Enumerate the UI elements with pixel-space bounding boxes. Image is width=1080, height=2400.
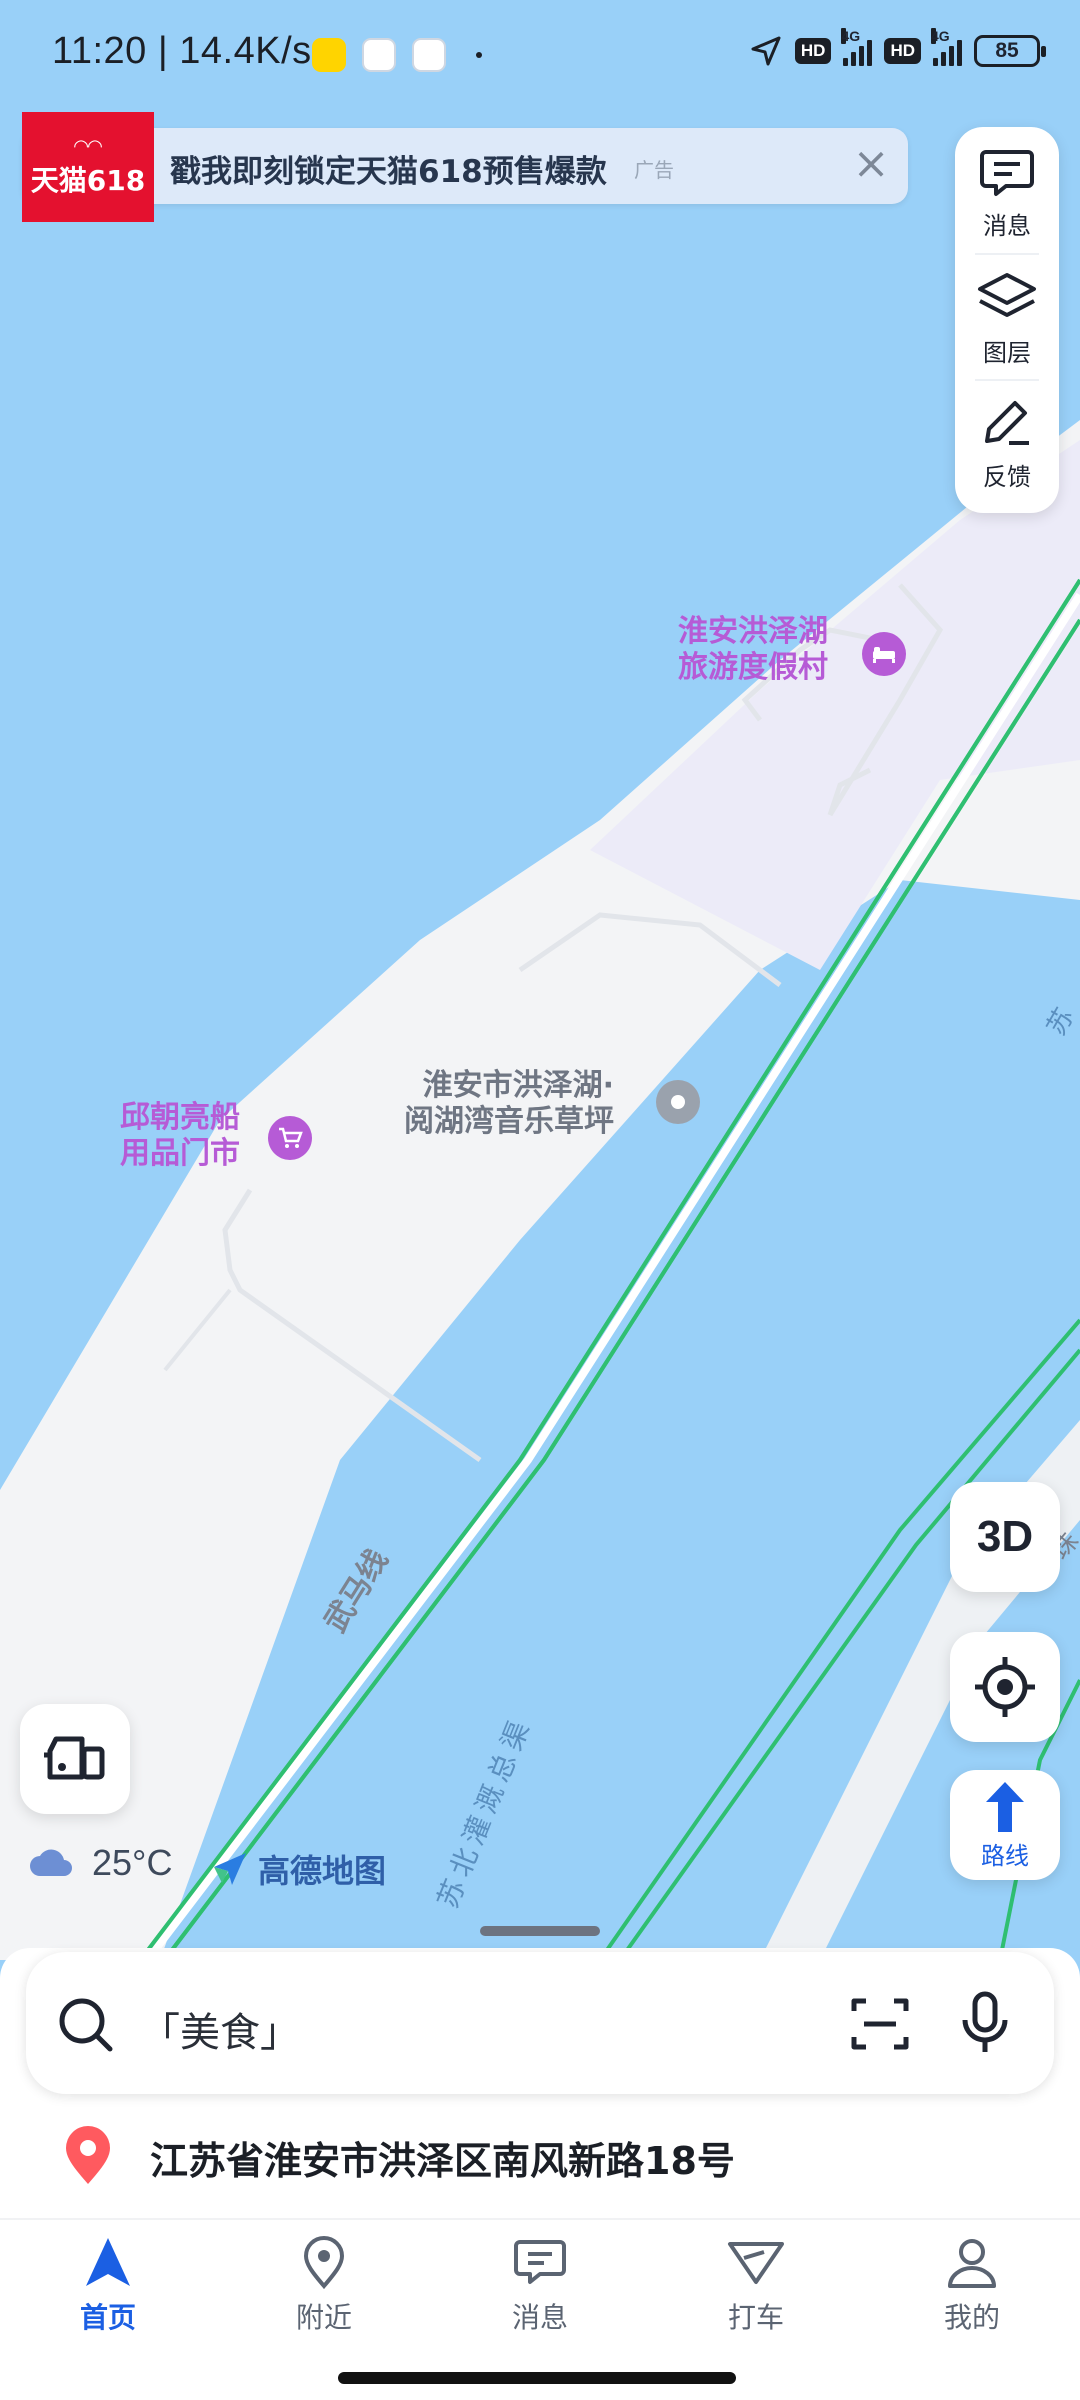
map-canvas[interactable] xyxy=(0,0,1080,1960)
poi-shop-label[interactable]: 邱朝亮船 用品门市 xyxy=(120,1100,240,1172)
location-pin-icon xyxy=(60,2124,116,2190)
messages-button[interactable]: 消息 xyxy=(955,133,1059,253)
tab-home[interactable]: 首页 xyxy=(0,2225,216,2345)
message-icon xyxy=(514,2240,566,2284)
hd-badge: HD xyxy=(794,38,832,64)
message-icon xyxy=(980,149,1034,196)
user-icon xyxy=(948,2239,996,2288)
layers-button[interactable]: 图层 xyxy=(955,259,1059,379)
home-indicator[interactable] xyxy=(338,2372,736,2384)
route-button[interactable]: 路线 xyxy=(950,1770,1060,1880)
crosshair-icon xyxy=(975,1657,1035,1717)
divider xyxy=(0,2218,1080,2220)
car-icon xyxy=(44,1736,105,1780)
feedback-button[interactable]: 反馈 xyxy=(955,383,1059,503)
status-bar: 11:20 | 14.4K/s HD 4G HD 4G 85 xyxy=(0,0,1080,110)
edit-pencil-icon xyxy=(985,400,1029,445)
battery-icon: 85 xyxy=(974,35,1046,67)
divider xyxy=(975,253,1039,255)
notification-app-icon xyxy=(412,38,446,72)
location-pin-icon[interactable] xyxy=(656,1080,700,1124)
search-icon[interactable] xyxy=(56,1995,116,2059)
amap-arrow-icon xyxy=(214,1853,246,1885)
3d-toggle-button[interactable]: 3D xyxy=(950,1482,1060,1592)
tmall-logo[interactable]: ◠◠ 天猫618 xyxy=(22,112,154,222)
tab-nearby[interactable]: 附近 xyxy=(216,2225,432,2345)
map-toolbar: 消息 图层 反馈 xyxy=(955,127,1059,513)
ad-tag: 广告 xyxy=(634,158,674,182)
cat-icon: ◠◠ xyxy=(74,135,102,157)
layers-icon xyxy=(978,272,1036,317)
poi-resort-label[interactable]: 淮安洪泽湖 旅游度假村 xyxy=(678,614,828,686)
status-time: 11:20 | 14.4K/s xyxy=(52,30,312,72)
nearby-pin-icon xyxy=(303,2236,345,2290)
home-arrow-icon xyxy=(86,2238,130,2286)
bottom-tab-bar: 首页 附近 消息 打车 我的 xyxy=(0,2225,1080,2345)
car-mode-button[interactable] xyxy=(20,1704,130,1814)
weather-widget[interactable]: 25°C xyxy=(28,1842,172,1884)
microphone-icon[interactable] xyxy=(958,1990,1012,2060)
cloud-icon xyxy=(30,1849,72,1876)
location-arrow-icon xyxy=(751,36,781,66)
poi-lawn-label[interactable]: 淮安市洪泽湖· 阅湖湾音乐草坪 xyxy=(404,1068,614,1140)
signal-icon: 4G xyxy=(931,28,962,66)
tab-taxi[interactable]: 打车 xyxy=(648,2225,864,2345)
route-arrow-icon xyxy=(986,1781,1024,1832)
current-address[interactable]: 江苏省淮安市洪泽区南风新路18号 xyxy=(150,2130,735,2185)
shop-cart-icon[interactable] xyxy=(268,1116,312,1160)
signal-icon: 4G xyxy=(841,28,873,66)
dot-icon xyxy=(476,52,482,58)
divider xyxy=(975,379,1039,381)
taxi-icon xyxy=(728,2242,784,2284)
notification-app-icon xyxy=(362,38,396,72)
notification-app-icon xyxy=(312,38,346,72)
search-input[interactable]: 「美食」 xyxy=(140,2000,300,2058)
ad-text[interactable]: 戳我即刻锁定天猫618预售爆款 xyxy=(170,146,607,191)
tab-messages[interactable]: 消息 xyxy=(432,2225,648,2345)
close-icon[interactable]: × xyxy=(848,141,894,187)
amap-logo: 高德地图 xyxy=(210,1846,386,1892)
locate-me-button[interactable] xyxy=(950,1632,1060,1742)
status-right: HD 4G HD 4G 85 xyxy=(749,28,1046,68)
hd-badge: HD xyxy=(884,38,921,64)
sheet-handle[interactable] xyxy=(480,1926,600,1936)
scan-icon[interactable] xyxy=(850,1995,910,2057)
tab-profile[interactable]: 我的 xyxy=(864,2225,1080,2345)
hotel-pin-icon[interactable] xyxy=(862,632,906,676)
